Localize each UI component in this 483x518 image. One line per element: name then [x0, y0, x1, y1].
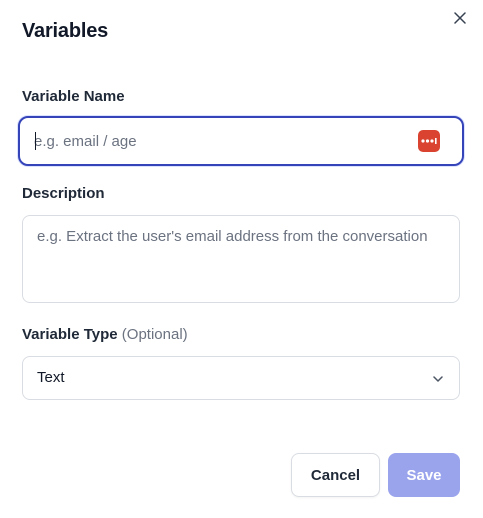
close-button[interactable]: [451, 9, 469, 27]
description-field[interactable]: [22, 215, 460, 303]
variable-type-select[interactable]: Text: [22, 356, 460, 400]
variable-name-input[interactable]: [34, 118, 414, 164]
variables-dialog: Variables Variable Name Description Vari…: [0, 0, 483, 518]
variable-type-label-text: Variable Type: [22, 326, 118, 343]
cancel-button[interactable]: Cancel: [291, 453, 380, 497]
close-icon: [454, 12, 466, 24]
dialog-title: Variables: [22, 20, 109, 42]
save-button[interactable]: Save: [388, 453, 460, 497]
variable-name-field[interactable]: [18, 116, 464, 166]
text-caret: [35, 132, 36, 150]
variable-type-label: Variable Type (Optional): [22, 326, 188, 343]
variable-name-label: Variable Name: [22, 88, 125, 105]
chevron-down-icon: [433, 376, 443, 382]
password-manager-icon[interactable]: [418, 130, 440, 152]
optional-hint: (Optional): [121, 326, 188, 343]
dots-icon: [421, 138, 437, 144]
variable-type-value: Text: [37, 369, 65, 386]
description-textarea[interactable]: [23, 216, 459, 302]
description-label: Description: [22, 185, 105, 202]
